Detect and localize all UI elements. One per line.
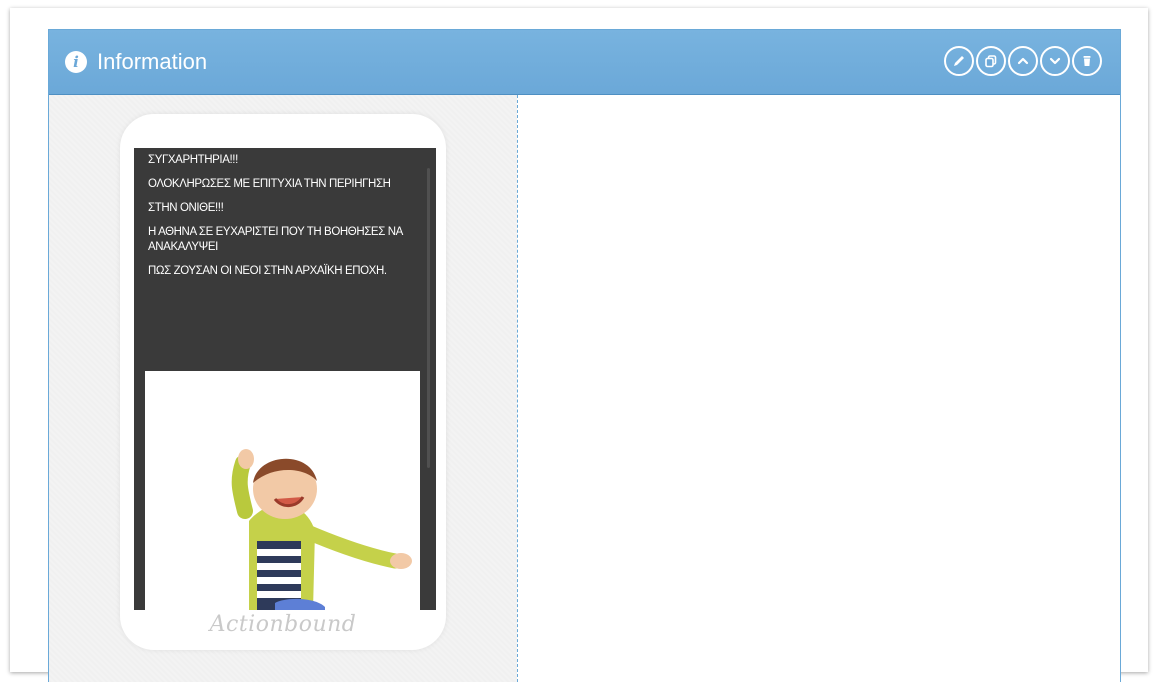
information-panel: i Information ΣΥΓΧΑΡΗΤΗΡΙΑ!!! ΟΛΟΚΛΗΡΩΣΕ…	[48, 29, 1121, 682]
move-up-button[interactable]	[1008, 46, 1038, 76]
duplicate-button[interactable]	[976, 46, 1006, 76]
preview-line: ΟΛΟΚΛΗΡΩΣΕΣ ΜΕ ΕΠΙΤΥΧΙΑ ΤΗΝ ΠΕΡΙΗΓΗΣΗ	[148, 178, 391, 190]
preview-message: ΣΥΓΧΑΡΗΤΗΡΙΑ!!! ΟΛΟΚΛΗΡΩΣΕΣ ΜΕ ΕΠΙΤΥΧΙΑ …	[134, 148, 418, 288]
panel-title: Information	[97, 49, 208, 74]
chevron-up-icon	[1017, 57, 1029, 65]
copy-icon	[985, 55, 997, 68]
delete-button[interactable]	[1072, 46, 1102, 76]
panel-header: i Information	[49, 30, 1120, 95]
preview-line: ΣΤΗΝ ΟΝΙΘΕ!!!	[148, 202, 224, 214]
chevron-down-icon	[1049, 57, 1061, 65]
phone-preview: ΣΥΓΧΑΡΗΤΗΡΙΑ!!! ΟΛΟΚΛΗΡΩΣΕΣ ΜΕ ΕΠΙΤΥΧΙΑ …	[120, 114, 446, 650]
preview-scrollbar[interactable]	[427, 168, 430, 468]
move-down-button[interactable]	[1040, 46, 1070, 76]
content-column	[519, 95, 1120, 682]
jumping-boy-illustration	[145, 371, 420, 610]
edit-button[interactable]	[944, 46, 974, 76]
pencil-icon	[954, 56, 964, 66]
column-divider	[517, 95, 518, 682]
info-icon: i	[65, 51, 87, 73]
phone-screen: ΣΥΓΧΑΡΗΤΗΡΙΑ!!! ΟΛΟΚΛΗΡΩΣΕΣ ΜΕ ΕΠΙΤΥΧΙΑ …	[134, 148, 436, 610]
preview-line: Η ΑΘΗΝΑ ΣΕ ΕΥΧΑΡΙΣΤΕΙ ΠΟΥ ΤΗ ΒΟΗΘΗΣΕΣ ΝΑ…	[148, 226, 403, 253]
trash-icon	[1083, 56, 1091, 66]
preview-line: ΣΥΓΧΑΡΗΤΗΡΙΑ!!!	[148, 154, 238, 166]
brand-logo: Actionbound	[209, 612, 357, 637]
panel-actions	[944, 46, 1102, 76]
preview-line: ΠΩΣ ΖΟΥΣΑΝ ΟΙ ΝΕΟΙ ΣΤΗΝ ΑΡΧΑΪΚΗ ΕΠΟΧΗ.	[148, 265, 387, 277]
